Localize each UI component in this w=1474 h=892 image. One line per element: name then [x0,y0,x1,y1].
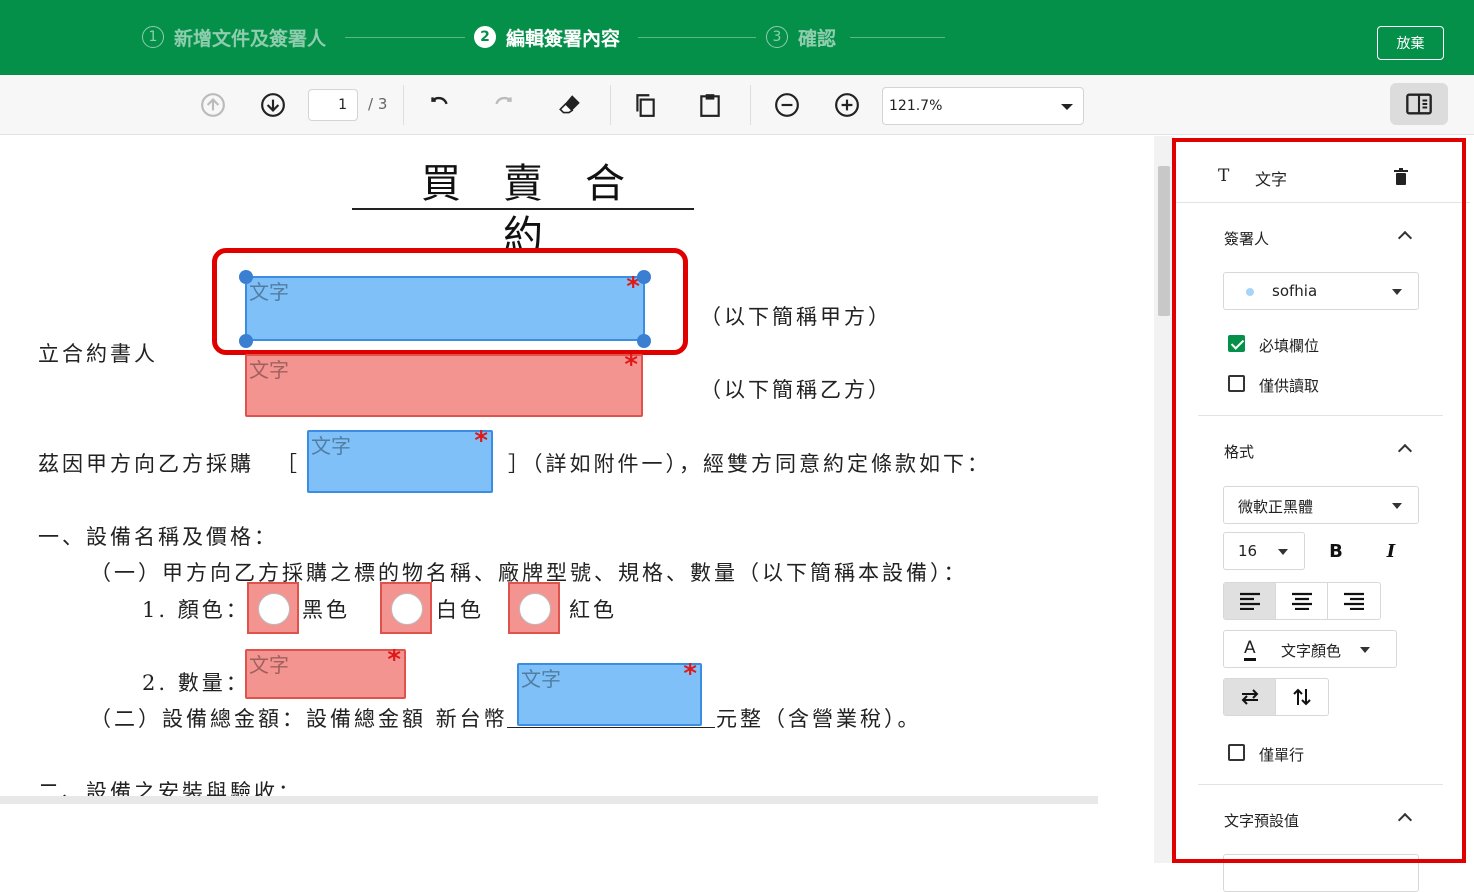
required-asterisk: * [474,426,488,456]
step-1-label: 新增文件及簽署人 [174,27,327,50]
step-1-number: 1 [142,26,164,48]
zoom-in-icon[interactable] [830,88,864,122]
party-a-text: （以下簡稱甲方） [700,305,892,329]
step-connector [850,37,945,38]
top-step-bar: 1 新增文件及簽署人 2 編輯簽署內容 3 確認 放棄 [0,0,1474,75]
scrollbar-thumb[interactable] [1158,166,1170,316]
step-3-label: 確認 [798,27,837,50]
step-connector [638,37,756,38]
page-number-input[interactable]: 1 [308,89,358,121]
chevron-down-icon [1061,104,1073,110]
radio-field-red[interactable] [508,582,560,634]
radio-field-black[interactable] [247,582,299,634]
section-1-heading: 一、設備名稱及價格： [38,525,278,549]
party-b-text: （以下簡稱乙方） [700,378,892,402]
redo-icon[interactable] [487,88,521,122]
step-connector [345,37,465,38]
undo-icon[interactable] [422,88,456,122]
party-label: 立合約書人 [38,342,158,366]
purchase-prefix: 茲因甲方向乙方採購 [38,452,254,476]
zoom-value: 121.7% [889,98,943,114]
radio-circle-icon [391,593,423,625]
section-1-2-text: （二）設備總金額：設備總金額 新台幣 [90,707,508,731]
radio-circle-icon [258,593,290,625]
step-2-label: 編輯簽署內容 [506,27,621,50]
toggle-panel-button[interactable] [1390,83,1448,125]
zoom-out-icon[interactable] [770,88,804,122]
side-panel-icon [1406,93,1432,115]
color-white-text: 白色 [436,598,484,622]
toolbar-divider [750,85,751,125]
document-title: 買賣合約 [352,158,694,259]
editor-toolbar: 1 / 3 121.7% [0,75,1474,135]
required-asterisk: * [387,645,401,675]
text-field-quantity[interactable]: 文字 * [245,645,406,699]
field-placeholder: 文字 [249,358,289,382]
step-3-number: 3 [766,26,788,48]
document-scrollbar[interactable] [1154,136,1174,863]
amount-underline [507,727,715,728]
field-placeholder: 文字 [249,653,289,677]
color-label: 1. 顏色： [142,598,250,622]
field-placeholder: 文字 [311,434,351,458]
text-field-party-b[interactable]: 文字 * [245,350,643,417]
color-red-text: 紅色 [569,598,617,622]
required-asterisk: * [683,659,697,689]
paste-icon[interactable] [693,88,727,122]
quantity-label: 2. 數量： [142,671,250,695]
color-black-text: 黑色 [302,598,350,622]
field-placeholder: 文字 [521,667,561,691]
radio-field-white[interactable] [380,582,432,634]
text-field-purchase-item[interactable]: 文字 * [307,426,493,493]
zoom-select[interactable]: 121.7% [882,87,1084,125]
step-1: 1 新增文件及簽署人 [142,22,326,52]
panel-highlight [1172,138,1466,863]
purchase-suffix: ］（詳如附件一），經雙方同意約定條款如下： [508,452,991,476]
bracket-open: ［ [276,452,300,476]
section-1-2-suffix: 元整（含營業稅）。 [716,707,922,731]
required-asterisk: * [624,350,638,380]
step-2: 2 編輯簽署內容 [474,22,620,52]
next-page-icon[interactable] [256,88,290,122]
copy-icon[interactable] [628,88,662,122]
radio-circle-icon [519,593,551,625]
eraser-icon[interactable] [553,88,587,122]
document-canvas[interactable]: 買賣合約 立合約書人 文字 * （以下簡稱甲方） 文字 * （以下簡稱乙方） 茲… [0,136,1137,863]
toolbar-divider [403,85,404,125]
prev-page-icon[interactable] [196,88,230,122]
page-break [0,796,1098,804]
text-field-total-amount[interactable]: 文字 * [517,659,702,726]
step-3: 3 確認 [766,22,836,52]
selection-highlight [212,248,688,355]
step-2-number: 2 [474,26,496,48]
page-total: / 3 [368,95,388,113]
discard-button[interactable]: 放棄 [1377,26,1444,60]
toolbar-divider [610,85,611,125]
